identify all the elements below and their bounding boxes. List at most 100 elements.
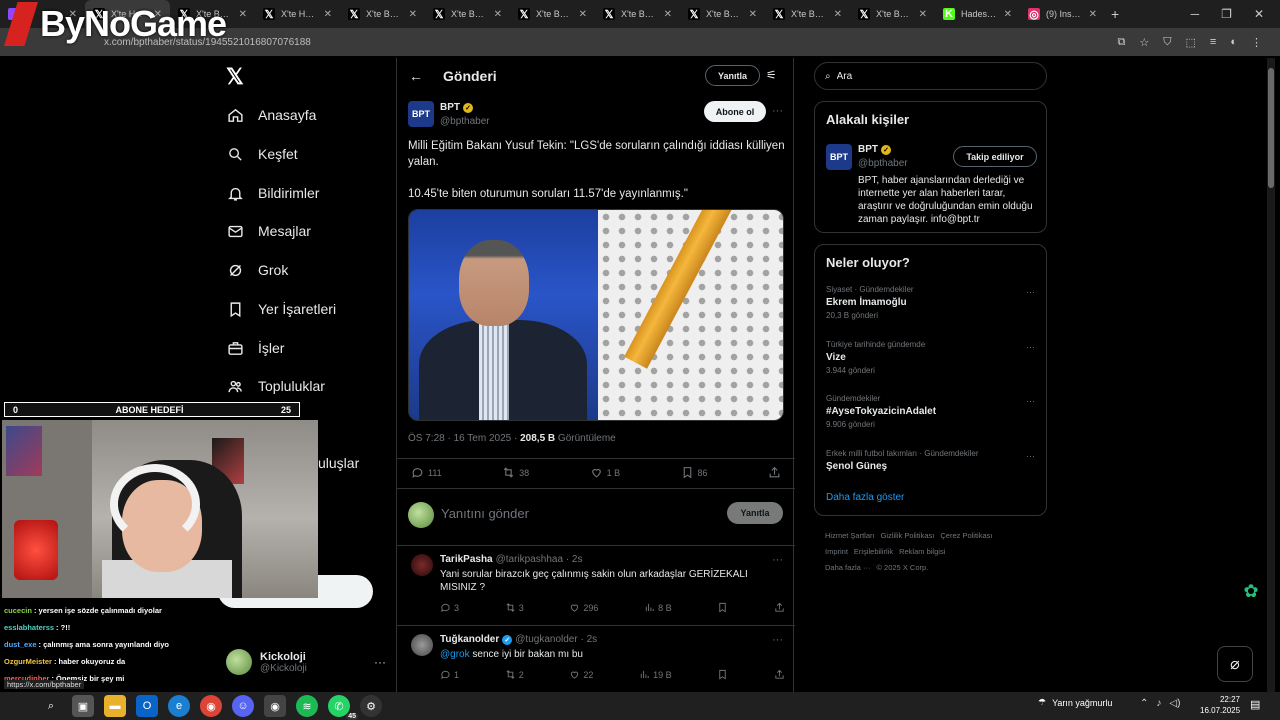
tab-close-icon[interactable]: ✕ xyxy=(664,9,672,20)
sidebar-item-mail[interactable]: Mesajlar xyxy=(226,222,311,240)
install-icon[interactable]: ⧉ xyxy=(1118,36,1126,49)
whatsapp-icon[interactable]: ✆ 45 xyxy=(328,695,358,720)
subscribe-button[interactable]: Abone ol xyxy=(704,101,766,122)
browser-tab[interactable]: 𝕏 X'te BPT: ' ✕ xyxy=(850,0,935,28)
bookmark-action[interactable]: 86 xyxy=(681,466,708,479)
clock[interactable]: 22:27 16.07.2025 xyxy=(1200,694,1240,716)
tab-close-icon[interactable]: ✕ xyxy=(1089,9,1097,20)
tab-close-icon[interactable]: ✕ xyxy=(834,9,842,20)
like-action[interactable]: 22 xyxy=(569,669,593,680)
browser-tab[interactable]: K Hadesost ✕ xyxy=(935,0,1020,28)
browser-tab[interactable]: 𝕏 X'te BPT: ' ✕ xyxy=(340,0,425,28)
like-action[interactable]: 296 xyxy=(569,602,598,613)
sliders-icon[interactable]: ⚟ xyxy=(766,68,777,82)
trend-more-icon[interactable]: ··· xyxy=(1026,342,1035,352)
trend-more-icon[interactable]: ··· xyxy=(1026,287,1035,297)
reply-action[interactable]: 111 xyxy=(411,466,442,479)
reply-header-button[interactable]: Yanıtla xyxy=(705,65,760,86)
scrollbar-thumb[interactable] xyxy=(1268,68,1274,188)
browser-tab[interactable]: 𝕏 X'te BPT: ' ✕ xyxy=(510,0,595,28)
repost-action[interactable]: 38 xyxy=(502,466,529,479)
playlist-icon[interactable]: ≡ xyxy=(1210,36,1216,49)
bookmark-action[interactable] xyxy=(717,669,728,680)
share-action[interactable] xyxy=(768,466,781,479)
outlook-icon[interactable]: O xyxy=(136,695,158,717)
sidebar-item-briefcase[interactable]: İşler xyxy=(226,339,284,357)
trend-item[interactable]: Gündemdekiler #AyseTokyazicinAdalet 9.906 … xyxy=(826,394,1036,429)
reply-avatar[interactable] xyxy=(411,554,433,576)
author-handle[interactable]: @bpthaber xyxy=(440,116,490,127)
reply-item[interactable]: Tuğkanolder ✓ @tugkanolder · 2s ··· @gro… xyxy=(397,634,795,692)
search-taskbar-icon[interactable]: ⌕ xyxy=(40,695,62,717)
grok-fab-icon[interactable]: ⌀ xyxy=(1217,646,1253,682)
notification-icon[interactable]: ▤ xyxy=(1250,698,1260,711)
maximize-icon[interactable]: ❐ xyxy=(1221,7,1232,21)
new-tab-icon[interactable]: + xyxy=(1111,6,1119,22)
minimize-icon[interactable]: ─ xyxy=(1191,7,1200,21)
trend-item[interactable]: Siyaset · Gündemdekiler Ekrem İmamoğlu 20,… xyxy=(826,285,1036,320)
chrome-icon[interactable]: ◉ xyxy=(200,695,222,717)
footer-link[interactable]: Reklam bilgisi xyxy=(899,547,945,556)
extension-icon[interactable]: ⬚ xyxy=(1186,36,1196,49)
microphone-icon[interactable]: ♪ xyxy=(1156,698,1161,709)
chatgpt-icon[interactable]: ✿ xyxy=(1240,580,1262,602)
shield-icon[interactable]: ⛉ xyxy=(1163,36,1171,49)
tab-close-icon[interactable]: ✕ xyxy=(749,9,757,20)
sidebar-item-home[interactable]: Anasayfa xyxy=(226,106,316,124)
menu-icon[interactable]: ⋮ xyxy=(1251,36,1262,49)
tab-close-icon[interactable]: ✕ xyxy=(409,9,417,20)
share-action[interactable] xyxy=(774,602,785,613)
sidebar-item-search[interactable]: Keşfet xyxy=(226,145,298,163)
tab-close-icon[interactable]: ✕ xyxy=(239,9,247,20)
related-avatar[interactable]: BPT xyxy=(826,144,852,170)
reply-more-icon[interactable]: ··· xyxy=(772,634,783,646)
reply-author[interactable]: TarikPasha @tarikpashhaa · 2s xyxy=(440,554,583,565)
repost-action[interactable]: 2 xyxy=(505,669,524,680)
browser-tab[interactable]: 𝕏 X'te BPT: ' ✕ xyxy=(595,0,680,28)
page-scrollbar[interactable] xyxy=(1267,58,1275,692)
star-icon[interactable]: ☆ xyxy=(1139,36,1149,49)
related-handle[interactable]: @bpthaber xyxy=(858,158,908,169)
trend-item[interactable]: Erkek milli futbol takımları · Gündemdek… xyxy=(826,449,1036,472)
footer-link[interactable]: Imprint xyxy=(825,547,848,556)
reply-action[interactable]: 1 xyxy=(440,669,459,680)
trend-more-icon[interactable]: ··· xyxy=(1026,396,1035,406)
share-action[interactable] xyxy=(774,669,785,680)
sidebar-item-bell[interactable]: Bildirimler xyxy=(226,184,319,202)
browser-tab[interactable]: 𝕏 X'te BPT: ' ✕ xyxy=(680,0,765,28)
compose-reply-button[interactable]: Yanıtla xyxy=(727,502,783,524)
reply-item[interactable]: TarikPasha @tarikpashhaa · 2s ··· Yani s… xyxy=(397,554,795,624)
footer-link[interactable]: Hizmet Şartları xyxy=(825,531,875,540)
sidebar-item-people[interactable]: Topluluklar xyxy=(226,377,325,395)
tab-close-icon[interactable]: ✕ xyxy=(324,9,332,20)
tweet-more-icon[interactable]: ··· xyxy=(772,105,783,117)
mention-link[interactable]: @grok xyxy=(440,649,470,660)
chevron-up-icon[interactable]: ⌃ xyxy=(1140,698,1148,709)
account-switcher[interactable]: Kickoloji @Kickoloji ··· xyxy=(226,646,386,678)
browser-tab[interactable]: 𝕏 X'te BPT: ' ✕ xyxy=(765,0,850,28)
repost-action[interactable]: 3 xyxy=(505,602,524,613)
more-icon[interactable]: ··· xyxy=(374,655,386,669)
views-action[interactable]: 8 B xyxy=(644,602,672,613)
chrome-active-icon[interactable]: ◉ xyxy=(264,695,286,717)
reply-author[interactable]: Tuğkanolder ✓ @tugkanolder · 2s xyxy=(440,634,597,645)
close-window-icon[interactable]: ✕ xyxy=(1254,7,1264,21)
x-logo-icon[interactable]: 𝕏 xyxy=(226,64,244,90)
reply-more-icon[interactable]: ··· xyxy=(772,554,783,566)
bookmark-action[interactable] xyxy=(717,602,728,613)
trend-more-icon[interactable]: ··· xyxy=(1026,451,1035,461)
volume-icon[interactable]: ◁) xyxy=(1169,698,1180,709)
reply-compose-input[interactable]: Yanıtını gönder xyxy=(441,506,529,521)
reply-action[interactable]: 3 xyxy=(440,602,459,613)
tweet-time[interactable]: ÖS 7:28 · 16 Tem 2025 · xyxy=(408,433,520,444)
tab-close-icon[interactable]: ✕ xyxy=(579,9,587,20)
browser-tab[interactable]: 𝕏 X'te BPT: ' ✕ xyxy=(425,0,510,28)
profile-icon[interactable]: ◐ xyxy=(1230,36,1237,49)
search-input[interactable] xyxy=(836,70,1027,82)
spotify-icon[interactable]: ≋ xyxy=(296,695,318,717)
footer-link[interactable]: Erişilebilirlik xyxy=(854,547,893,556)
tweet-image[interactable] xyxy=(408,209,784,421)
following-button[interactable]: Takip ediliyor xyxy=(953,146,1037,167)
author-name[interactable]: BPT ✓ xyxy=(440,102,473,113)
discord-icon[interactable]: ☺ xyxy=(232,695,254,717)
